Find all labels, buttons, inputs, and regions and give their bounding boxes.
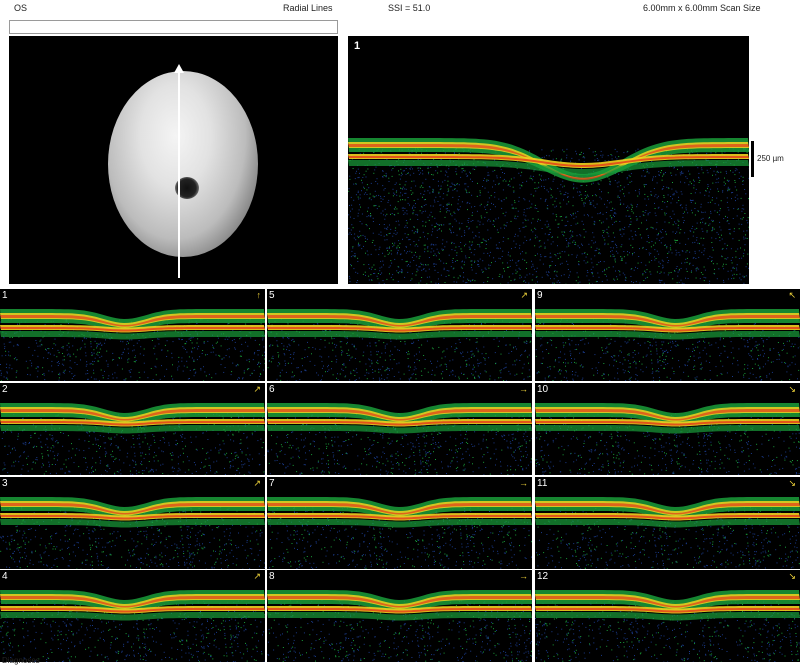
thumbnail-number: 6: [269, 384, 275, 395]
scan-type-label: Radial Lines: [283, 3, 333, 13]
thumbnail-number: 10: [537, 384, 548, 395]
thumbnail-oct-graphic: [267, 289, 532, 381]
radial-scan-thumbnail[interactable]: 6→: [267, 383, 532, 475]
thumbnail-number: 9: [537, 290, 543, 301]
thumbnail-number: 12: [537, 571, 548, 582]
radial-scan-thumbnail[interactable]: 11 ↘: [535, 477, 800, 569]
thumbnail-oct-graphic: [267, 383, 532, 475]
radial-scan-thumbnail[interactable]: 4↗: [0, 570, 265, 662]
radial-scan-thumbnail[interactable]: 3↗: [0, 477, 265, 569]
thumbnail-number: 8: [269, 571, 275, 582]
scan-direction-icon: ↗: [520, 290, 528, 300]
scan-direction-arrow-icon: [174, 64, 184, 73]
thumbnail-number: 3: [2, 478, 8, 489]
thumbnail-oct-graphic: [535, 570, 800, 662]
scan-direction-icon: ↗: [253, 478, 261, 488]
fundus-illumination: [108, 71, 258, 257]
scan-direction-icon: →: [519, 478, 528, 488]
scan-direction-icon: ↗: [253, 571, 261, 581]
thumbnail-oct-graphic: [267, 570, 532, 662]
thumbnail-oct-graphic: [535, 289, 800, 381]
scale-label: 250 µm: [757, 154, 784, 163]
thumbnail-number: 5: [269, 290, 275, 301]
scan-direction-icon: ↑: [257, 290, 262, 300]
thumbnail-oct-graphic: [0, 570, 265, 662]
thumbnail-number: 11: [537, 478, 547, 489]
scan-direction-icon: →: [519, 384, 528, 394]
radial-scan-thumbnail[interactable]: 5↗: [267, 289, 532, 381]
main-oct-scan-graphic: [348, 36, 749, 284]
scan-direction-icon: ↘: [788, 571, 796, 581]
scan-line-indicator[interactable]: [178, 70, 180, 278]
eye-label: OS: [14, 3, 27, 13]
fundus-image[interactable]: [9, 36, 338, 284]
radial-scan-thumbnail[interactable]: 2↗: [0, 383, 265, 475]
scan-direction-icon: ↘: [788, 384, 796, 394]
main-oct-scan[interactable]: 1: [348, 36, 749, 284]
thumbnail-oct-graphic: [535, 383, 800, 475]
radial-scan-thumbnail[interactable]: 7→: [267, 477, 532, 569]
thumbnail-number: 4: [2, 571, 8, 582]
ssi-label: SSI = 51.0: [388, 3, 430, 13]
radial-scan-thumbnail[interactable]: 9↖: [535, 289, 800, 381]
radial-scan-thumbnail[interactable]: 8→: [267, 570, 532, 662]
thumbnail-oct-graphic: [0, 383, 265, 475]
thumbnail-number: 1: [2, 290, 8, 301]
radial-scan-thumbnail[interactable]: 12 ↘: [535, 570, 800, 662]
scale-bar: [751, 141, 754, 177]
thumbnail-oct-graphic: [267, 477, 532, 569]
thumbnail-number: 2: [2, 384, 8, 395]
thumbnail-oct-graphic: [535, 477, 800, 569]
scan-direction-icon: ↘: [788, 478, 796, 488]
scan-direction-icon: ↖: [788, 290, 796, 300]
scan-size-label: 6.00mm x 6.00mm Scan Size: [643, 3, 761, 13]
scan-direction-icon: →: [519, 571, 528, 581]
scan-direction-icon: ↗: [253, 384, 261, 394]
thumbnail-oct-graphic: [0, 289, 265, 381]
radial-scan-thumbnail[interactable]: 1↑: [0, 289, 265, 381]
radial-scan-thumbnail[interactable]: 10 ↘: [535, 383, 800, 475]
main-scan-number: 1: [354, 40, 360, 52]
fundus-toolbar: [9, 20, 338, 34]
thumbnail-oct-graphic: [0, 477, 265, 569]
thumbnail-number: 7: [269, 478, 275, 489]
